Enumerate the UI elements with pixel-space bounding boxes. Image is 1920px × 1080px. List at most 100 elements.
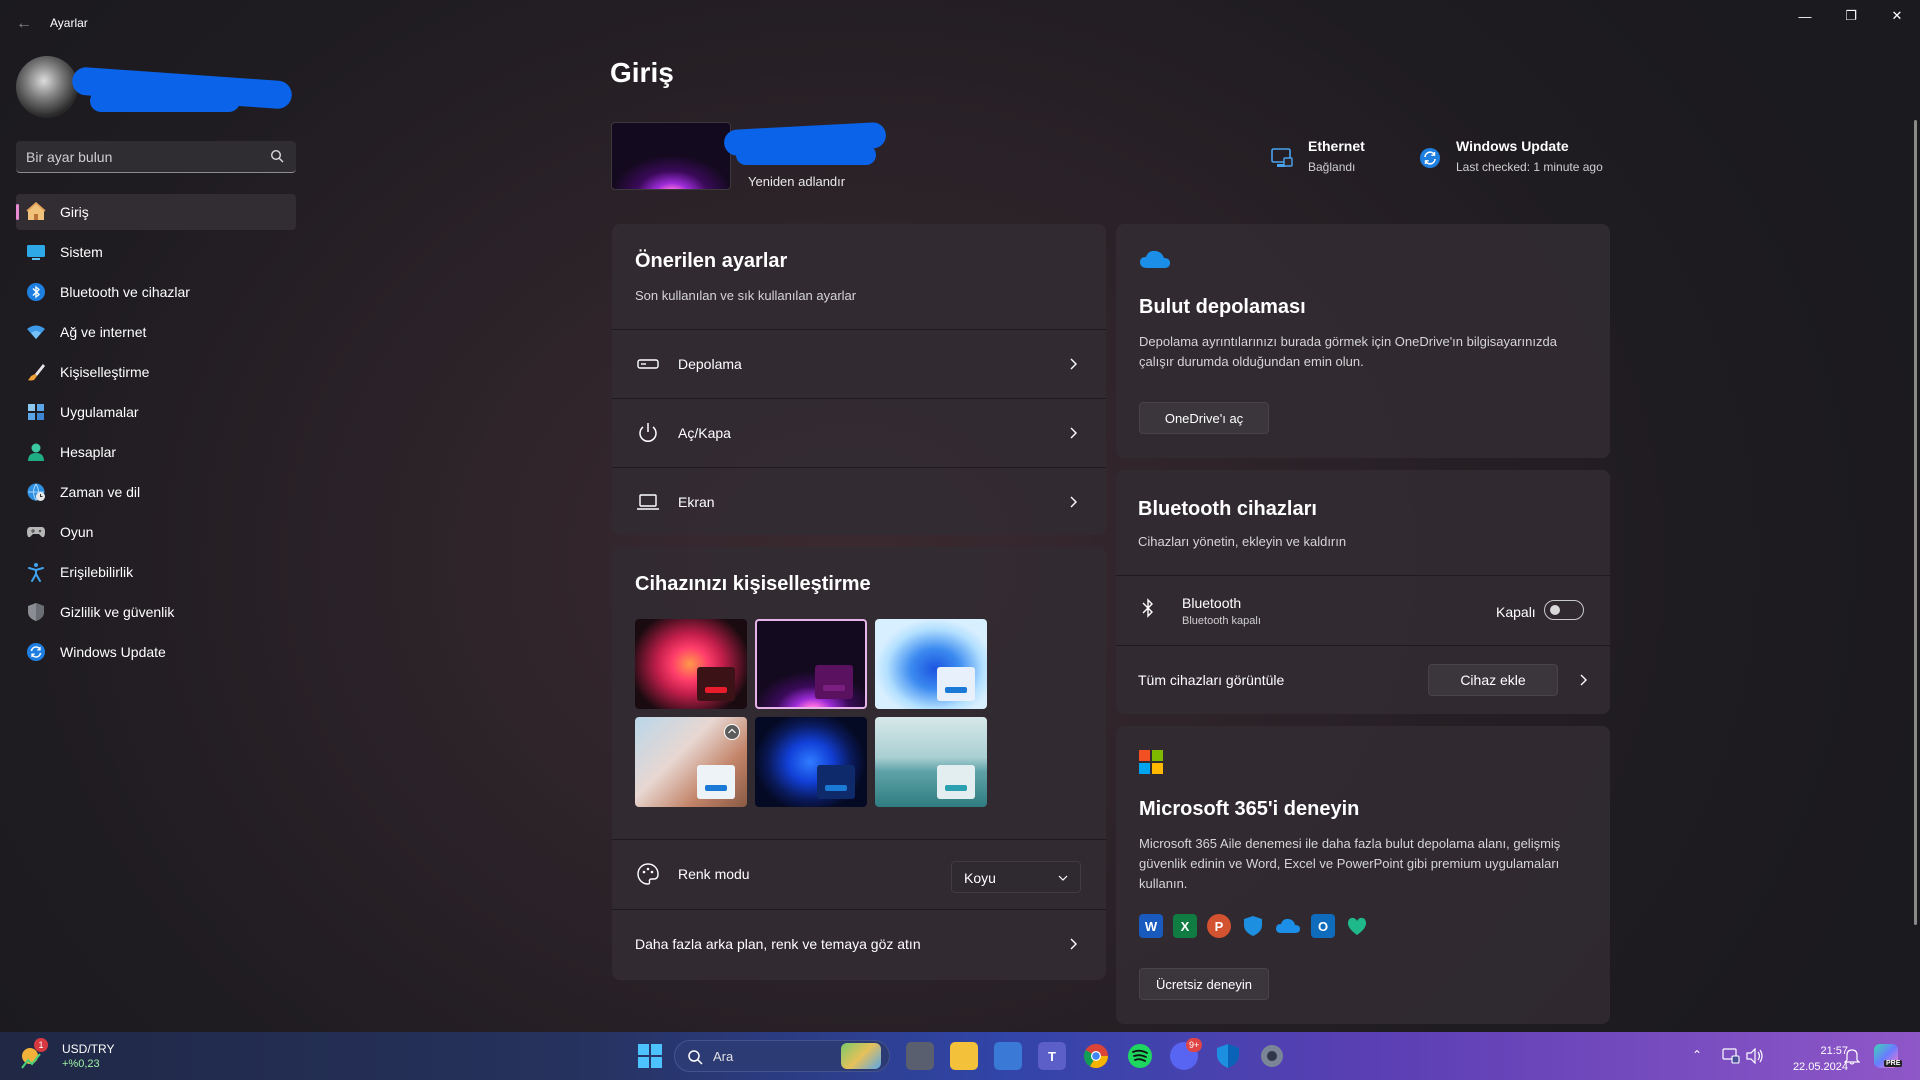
- add-device-button[interactable]: Cihaz ekle: [1428, 664, 1558, 696]
- file-explorer-icon[interactable]: [950, 1042, 978, 1070]
- sidebar-item-personalization[interactable]: Kişiselleştirme: [16, 354, 296, 390]
- recommended-row-display[interactable]: Ekran: [612, 468, 1106, 535]
- search-icon: [688, 1050, 703, 1065]
- teams-icon[interactable]: T: [1038, 1042, 1066, 1070]
- volume-icon[interactable]: [1746, 1048, 1764, 1064]
- sidebar-item-accessibility[interactable]: Erişilebilirlik: [16, 554, 296, 590]
- row-label: Renk modu: [678, 866, 750, 882]
- open-onedrive-button[interactable]: OneDrive'ı aç: [1139, 402, 1269, 434]
- wallpaper-theme-2-selected[interactable]: [755, 619, 867, 709]
- back-arrow-icon[interactable]: ←: [12, 12, 36, 36]
- ethernet-status-text: Bağlandı: [1308, 160, 1356, 174]
- view-all-devices-link[interactable]: Tüm cihazları görüntüle: [1138, 672, 1284, 688]
- card-title: Bluetooth cihazları: [1138, 498, 1317, 520]
- personalize-card: Cihazınızı kişiselleştirme Renk modu Dah…: [612, 547, 1106, 980]
- color-mode-dropdown[interactable]: Koyu: [951, 861, 1081, 893]
- settings-window: ← Ayarlar — ❐ ✕ Giriş Sistem Blueto: [0, 0, 1920, 1032]
- sidebar-item-bluetooth[interactable]: Bluetooth ve cihazlar: [16, 274, 296, 310]
- sidebar-item-apps[interactable]: Uygulamalar: [16, 394, 296, 430]
- title-bar: ← Ayarlar — ❐ ✕: [0, 0, 1920, 48]
- sidebar-item-windows-update[interactable]: Windows Update: [16, 634, 296, 670]
- card-title: Önerilen ayarlar: [635, 250, 788, 272]
- wallpaper-theme-1[interactable]: [635, 619, 747, 709]
- windows-update-status[interactable]: Windows Update Last checked: 1 minute ag…: [1418, 138, 1603, 174]
- shield-icon: [26, 602, 46, 622]
- redaction-scribble: [736, 145, 876, 165]
- try-free-button[interactable]: Ücretsiz deneyin: [1139, 968, 1269, 1000]
- search-highlight-icon: [841, 1043, 881, 1069]
- sidebar-item-label: Windows Update: [60, 644, 166, 660]
- restore-button[interactable]: ❐: [1828, 0, 1874, 32]
- row-label: Daha fazla arka plan, renk ve temaya göz…: [635, 936, 921, 952]
- card-title: Microsoft 365'i deneyin: [1139, 798, 1360, 820]
- close-button[interactable]: ✕: [1874, 0, 1920, 32]
- accessibility-icon: [26, 562, 46, 582]
- chevron-down-icon: [1058, 875, 1068, 881]
- sidebar-item-network[interactable]: Ağ ve internet: [16, 314, 296, 350]
- chevron-right-icon[interactable]: [1578, 674, 1590, 686]
- account-avatar[interactable]: [16, 56, 78, 118]
- sidebar-item-label: Oyun: [60, 524, 94, 540]
- card-subtitle: Cihazları yönetin, ekleyin ve kaldırın: [1138, 534, 1347, 549]
- recommended-row-storage[interactable]: Depolama: [612, 330, 1106, 398]
- sidebar-item-accounts[interactable]: Hesaplar: [16, 434, 296, 470]
- wallpaper-theme-5[interactable]: [755, 717, 867, 807]
- apps-icon: [26, 402, 46, 422]
- discord-badge: 9+: [1186, 1038, 1203, 1052]
- bluetooth-device-status: Bluetooth kapalı: [1182, 615, 1261, 627]
- taskbar-search[interactable]: Ara: [674, 1040, 890, 1072]
- onedrive-cloud-icon: [1140, 250, 1170, 268]
- palette-icon: [637, 863, 659, 885]
- ethernet-title: Ethernet: [1308, 138, 1365, 154]
- notification-bell-icon[interactable]: [1844, 1047, 1860, 1065]
- card-subtitle: Son kullanılan ve sık kullanılan ayarlar: [635, 288, 857, 303]
- page-title: Giriş: [610, 57, 674, 88]
- recommended-row-power[interactable]: Aç/Kapa: [612, 399, 1106, 467]
- sidebar-item-gaming[interactable]: Oyun: [16, 514, 296, 550]
- sidebar-item-label: Giriş: [60, 204, 89, 220]
- minimize-button[interactable]: —: [1782, 0, 1828, 32]
- widgets-button[interactable]: 1 USD/TRY +%0,23: [12, 1032, 132, 1080]
- more-themes-row[interactable]: Daha fazla arka plan, renk ve temaya göz…: [612, 910, 1106, 978]
- chevron-right-icon: [1070, 427, 1077, 439]
- power-icon: [639, 423, 657, 442]
- settings-search[interactable]: [16, 141, 296, 173]
- bluetooth-icon: [26, 282, 46, 302]
- defender-icon: [1244, 916, 1262, 936]
- settings-gear-icon[interactable]: [1258, 1042, 1286, 1070]
- task-view-icon[interactable]: [906, 1042, 934, 1070]
- sidebar-item-home[interactable]: Giriş: [16, 194, 296, 230]
- spotify-icon[interactable]: [1126, 1042, 1154, 1070]
- wallpaper-theme-4[interactable]: [635, 717, 747, 807]
- outlook-icon: O: [1311, 914, 1335, 938]
- widget-title: USD/TRY: [62, 1042, 115, 1056]
- rename-device-link[interactable]: Yeniden adlandır: [748, 174, 845, 189]
- sidebar-item-label: Bluetooth ve cihazlar: [60, 284, 190, 300]
- monitor-icon: [26, 242, 46, 262]
- system-clock[interactable]: 21:57 22.05.2024: [1793, 1043, 1848, 1075]
- chrome-icon[interactable]: [1082, 1042, 1110, 1070]
- sidebar-item-privacy[interactable]: Gizlilik ve güvenlik: [16, 594, 296, 630]
- redaction-scribble: [90, 90, 240, 112]
- network-icon[interactable]: [1722, 1048, 1740, 1064]
- copilot-preview-badge: PRE: [1884, 1060, 1903, 1067]
- powerpoint-icon: P: [1207, 914, 1231, 938]
- wallpaper-theme-3[interactable]: [875, 619, 987, 709]
- microsoft-store-icon[interactable]: [994, 1042, 1022, 1070]
- bluetooth-toggle[interactable]: [1544, 600, 1584, 620]
- sidebar-item-system[interactable]: Sistem: [16, 234, 296, 270]
- ethernet-icon: [1271, 148, 1293, 167]
- sidebar-item-time-language[interactable]: Zaman ve dil: [16, 474, 296, 510]
- start-button-icon[interactable]: [638, 1044, 662, 1068]
- laptop-icon: [637, 494, 659, 510]
- bluetooth-devices-card: Bluetooth cihazları Cihazları yönetin, e…: [1116, 470, 1610, 714]
- search-icon[interactable]: [270, 149, 284, 163]
- home-icon: [26, 202, 46, 222]
- defender-shield-icon[interactable]: [1214, 1042, 1242, 1070]
- ethernet-status[interactable]: Ethernet Bağlandı: [1270, 138, 1365, 174]
- scrollbar[interactable]: [1914, 120, 1917, 925]
- sidebar-item-label: Erişilebilirlik: [60, 564, 134, 580]
- wallpaper-theme-6[interactable]: [875, 717, 987, 807]
- show-hidden-icons-chevron[interactable]: ⌃: [1692, 1048, 1702, 1062]
- search-input[interactable]: [26, 141, 256, 172]
